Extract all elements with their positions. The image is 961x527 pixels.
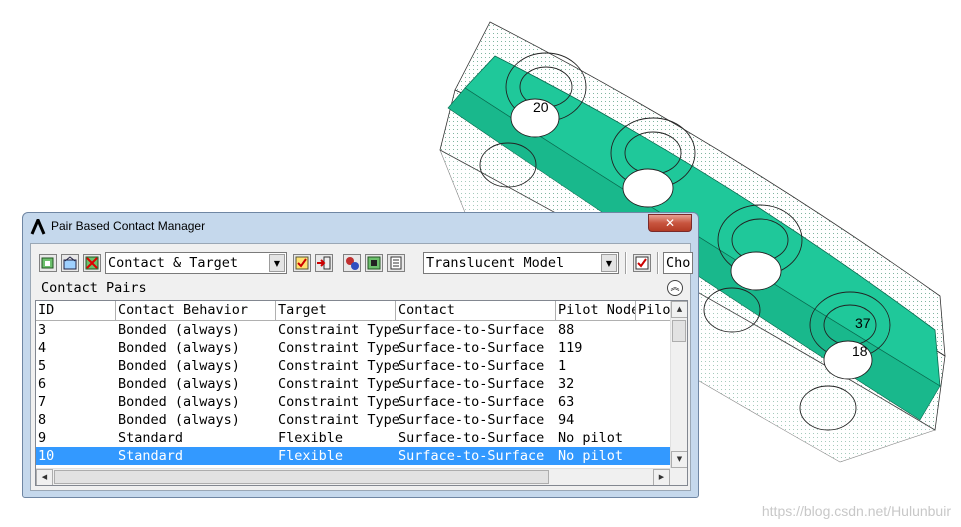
table-row[interactable]: 9 Standard Flexible Surface-to-Surface No pi… [36, 429, 670, 447]
contact-wizard-icon[interactable] [39, 254, 57, 272]
table-cell: No pilot [558, 448, 624, 464]
column-header[interactable]: Pilot Node [556, 301, 636, 320]
table-cell: Constraint Type [278, 376, 400, 392]
scroll-down-icon[interactable]: ▼ [671, 451, 687, 468]
title-bar[interactable]: Pair Based Contact Manager ✕ [23, 213, 698, 241]
table-cell: 94 [558, 412, 575, 428]
plot-icon[interactable] [633, 254, 651, 272]
table-cell: Bonded (always) [118, 376, 240, 392]
chevron-down-icon[interactable]: ▼ [601, 254, 617, 272]
table-cell: Surface-to-Surface [398, 448, 545, 464]
filter-select[interactable]: Contact & Target ▼ [105, 252, 287, 274]
table-cell: Flexible [278, 430, 344, 446]
table-cell: 7 [38, 394, 47, 410]
toolbar: Contact & Target ▼ Translucent Model ▼ C… [31, 244, 693, 278]
scroll-right-icon[interactable]: ▶ [653, 469, 670, 485]
collapse-icon[interactable]: ︽ [667, 280, 683, 296]
node-label: 18 [852, 343, 868, 359]
column-header[interactable]: Target [276, 301, 396, 320]
table-cell: 3 [38, 322, 47, 338]
table-cell: Surface-to-Surface [398, 322, 545, 338]
table-cell: Surface-to-Surface [398, 358, 545, 374]
table-cell: 63 [558, 394, 575, 410]
choice-select-value: Cho [666, 255, 691, 271]
table-row[interactable]: 10 Standard Flexible Surface-to-Surface No p… [36, 447, 670, 465]
table-cell: Bonded (always) [118, 340, 240, 356]
table-cell: 4 [38, 340, 47, 356]
table-cell: Flexible [278, 448, 344, 464]
check-contact-icon[interactable] [293, 254, 311, 272]
table-row[interactable]: 7 Bonded (always) Constraint Type Surface-t… [36, 393, 670, 411]
toolbar-separator [625, 252, 627, 274]
table-cell: Bonded (always) [118, 412, 240, 428]
table-cell: Constraint Type [278, 340, 400, 356]
table-row[interactable]: 4 Bonded (always) Constraint Type Surface-t… [36, 339, 670, 357]
pair-based-contact-manager-window: Pair Based Contact Manager ✕ Contact & T… [22, 212, 699, 498]
table-cell: Constraint Type [278, 358, 400, 374]
dialog-client-area: Contact & Target ▼ Translucent Model ▼ C… [30, 243, 693, 491]
scroll-left-icon[interactable]: ◀ [36, 469, 53, 485]
scroll-thumb[interactable] [672, 320, 686, 342]
table-cell: Constraint Type [278, 394, 400, 410]
delete-contact-icon[interactable] [83, 254, 101, 272]
table-cell: 5 [38, 358, 47, 374]
list-icon[interactable] [387, 254, 405, 272]
table-cell: No pilot [558, 430, 624, 446]
table-cell: 9 [38, 430, 47, 446]
ansys-logo-icon [30, 219, 46, 235]
table-cell: Constraint Type [278, 412, 400, 428]
toolbar-separator [657, 252, 659, 274]
watermark: https://blog.csdn.net/Hulunbuir [761, 503, 951, 519]
column-header[interactable]: Contact Behavior [116, 301, 276, 320]
node-label: 37 [855, 315, 871, 331]
table-cell: 88 [558, 322, 575, 338]
scroll-corner [670, 468, 687, 485]
table-cell: Bonded (always) [118, 322, 240, 338]
table-row[interactable]: 5 Bonded (always) Constraint Type Surface-t… [36, 357, 670, 375]
table-row[interactable]: 3 Bonded (always) Constraint Type Surface-t… [36, 321, 670, 339]
import-icon[interactable] [315, 254, 333, 272]
table-cell: Constraint Type [278, 322, 400, 338]
table-row[interactable]: 8 Bonded (always) Constraint Type Surface-t… [36, 411, 670, 429]
show-contact-icon[interactable] [365, 254, 383, 272]
close-button[interactable]: ✕ [648, 214, 692, 232]
column-header[interactable]: ID [36, 301, 116, 320]
window-title: Pair Based Contact Manager [51, 219, 206, 233]
table-cell: Standard [118, 430, 184, 446]
horizontal-scrollbar[interactable]: ◀ ▶ [36, 468, 670, 485]
table-header: ID Contact Behavior Target Contact Pilot… [36, 301, 670, 321]
table-cell: Bonded (always) [118, 358, 240, 374]
table-cell: Surface-to-Surface [398, 340, 545, 356]
table-cell: 1 [558, 358, 567, 374]
table-cell: Surface-to-Surface [398, 412, 545, 428]
table-cell: Surface-to-Surface [398, 376, 545, 392]
scroll-up-icon[interactable]: ▲ [671, 301, 687, 318]
table-cell: 10 [38, 448, 55, 464]
filter-select-value: Contact & Target [108, 255, 239, 271]
geometry-check-icon[interactable] [343, 254, 361, 272]
table-row[interactable]: 6 Bonded (always) Constraint Type Surface-t… [36, 375, 670, 393]
display-mode-select[interactable]: Translucent Model ▼ [423, 252, 619, 274]
chevron-down-icon[interactable]: ▼ [269, 254, 285, 272]
edit-contact-icon[interactable] [61, 254, 79, 272]
table-cell: 8 [38, 412, 47, 428]
section-label: Contact Pairs [41, 280, 147, 296]
table-cell: Bonded (always) [118, 394, 240, 410]
node-label: 20 [533, 99, 549, 115]
table-cell: Standard [118, 448, 184, 464]
table-cell: Surface-to-Surface [398, 394, 545, 410]
contact-pairs-table: ID Contact Behavior Target Contact Pilot… [35, 300, 688, 486]
column-header[interactable]: Pilo [636, 301, 670, 320]
table-cell: 119 [558, 340, 583, 356]
scroll-thumb[interactable] [54, 470, 549, 484]
choice-select[interactable]: Cho [663, 252, 693, 274]
column-header[interactable]: Contact [396, 301, 556, 320]
table-cell: Surface-to-Surface [398, 430, 545, 446]
table-cell: 32 [558, 376, 575, 392]
vertical-scrollbar[interactable]: ▲ ▼ [670, 301, 687, 468]
table-cell: 6 [38, 376, 47, 392]
display-mode-value: Translucent Model [426, 255, 565, 271]
